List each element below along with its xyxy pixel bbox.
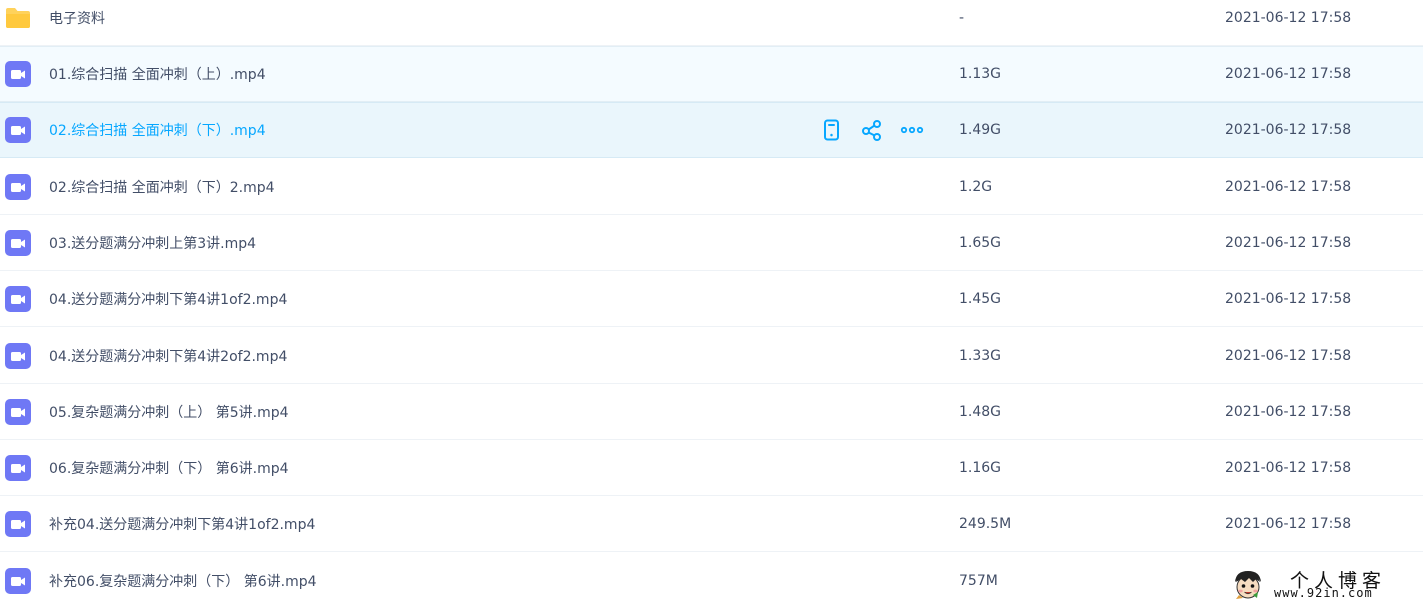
file-row-0[interactable]: 电子资料 - 2021-06-12 17:58: [0, 0, 1423, 46]
file-time: 2021-06-12 17:58: [1225, 459, 1352, 476]
file-row-10[interactable]: 补充06.复杂题满分冲刺（下） 第6讲.mp4 757M: [0, 553, 1423, 607]
cartoon-face-icon: [1235, 571, 1261, 599]
file-row-2[interactable]: 02.综合扫描 全面冲刺（下）.mp4 1.49G 2021-06-12 17:…: [0, 102, 1423, 158]
video-file-icon: [5, 61, 31, 87]
file-time: 2021-06-12 17:58: [1225, 403, 1352, 420]
video-file-icon: [5, 398, 31, 425]
more-icon[interactable]: [900, 118, 924, 142]
blog-watermark: 个人博客 www.92in.com: [1228, 564, 1418, 604]
folder-icon: [6, 7, 30, 28]
file-size: 1.33G: [959, 347, 1002, 364]
video-file-icon: [5, 454, 31, 481]
file-size: 1.65G: [959, 234, 1002, 251]
file-time: 2021-06-12 17:58: [1225, 515, 1352, 532]
file-time: 2021-06-12 17:58: [1225, 9, 1352, 26]
video-file-icon: [5, 567, 31, 594]
file-size: -: [959, 9, 965, 26]
file-name[interactable]: 02.综合扫描 全面冲刺（下）2.mp4: [49, 177, 275, 197]
file-size: 1.16G: [959, 459, 1002, 476]
file-time: 2021-06-12 17:58: [1225, 347, 1352, 364]
file-row-7[interactable]: 05.复杂题满分冲刺（上） 第5讲.mp4 1.48G 2021-06-12 1…: [0, 384, 1423, 440]
video-file-icon: [5, 229, 31, 256]
file-size: 249.5M: [959, 515, 1012, 532]
video-file-icon: [5, 173, 31, 200]
file-name[interactable]: 电子资料: [49, 8, 105, 28]
file-size: 1.2G: [959, 178, 993, 195]
file-row-9[interactable]: 补充04.送分题满分冲刺下第4讲1of2.mp4 249.5M 2021-06-…: [0, 496, 1423, 552]
file-row-6[interactable]: 04.送分题满分冲刺下第4讲2of2.mp4 1.33G 2021-06-12 …: [0, 328, 1423, 384]
video-file-icon: [5, 510, 31, 537]
file-row-1[interactable]: 01.综合扫描 全面冲刺（上）.mp4 1.13G 2021-06-12 17:…: [0, 46, 1423, 102]
file-size: 1.13G: [959, 66, 1002, 82]
phone-icon[interactable]: [820, 118, 844, 142]
file-row-8[interactable]: 06.复杂题满分冲刺（下） 第6讲.mp4 1.16G 2021-06-12 1…: [0, 440, 1423, 496]
file-name[interactable]: 补充04.送分题满分冲刺下第4讲1of2.mp4: [49, 514, 315, 534]
file-size: 1.49G: [959, 122, 1002, 138]
file-name-link[interactable]: 02.综合扫描 全面冲刺（下）.mp4: [49, 120, 266, 140]
file-name[interactable]: 补充06.复杂题满分冲刺（下） 第6讲.mp4: [49, 571, 317, 591]
file-time: 2021-06-12 17:58: [1225, 122, 1352, 138]
file-row-3[interactable]: 02.综合扫描 全面冲刺（下）2.mp4 1.2G 2021-06-12 17:…: [0, 159, 1423, 215]
video-file-icon: [5, 285, 31, 312]
file-time: 2021-06-12 17:58: [1225, 66, 1352, 82]
watermark-url: www.92in.com: [1274, 586, 1373, 600]
file-size: 1.48G: [959, 403, 1002, 420]
file-list: 电子资料 - 2021-06-12 17:58 01.综合扫描 全面冲刺（上）.…: [0, 0, 1423, 607]
file-size: 757M: [959, 572, 998, 589]
video-file-icon: [5, 342, 31, 369]
file-name[interactable]: 01.综合扫描 全面冲刺（上）.mp4: [49, 64, 266, 84]
file-name[interactable]: 05.复杂题满分冲刺（上） 第5讲.mp4: [49, 402, 289, 422]
file-row-4[interactable]: 03.送分题满分冲刺上第3讲.mp4 1.65G 2021-06-12 17:5…: [0, 215, 1423, 271]
file-name[interactable]: 04.送分题满分冲刺下第4讲2of2.mp4: [49, 346, 287, 366]
file-time: 2021-06-12 17:58: [1225, 178, 1352, 195]
file-name[interactable]: 04.送分题满分冲刺下第4讲1of2.mp4: [49, 289, 287, 309]
file-row-5[interactable]: 04.送分题满分冲刺下第4讲1of2.mp4 1.45G 2021-06-12 …: [0, 271, 1423, 327]
share-icon[interactable]: [860, 118, 884, 142]
row-actions: [820, 118, 930, 142]
file-name[interactable]: 06.复杂题满分冲刺（下） 第6讲.mp4: [49, 458, 289, 478]
file-time: 2021-06-12 17:58: [1225, 234, 1352, 251]
file-time: 2021-06-12 17:58: [1225, 290, 1352, 307]
file-size: 1.45G: [959, 290, 1002, 307]
video-file-icon: [5, 117, 31, 143]
file-name[interactable]: 03.送分题满分冲刺上第3讲.mp4: [49, 233, 256, 253]
